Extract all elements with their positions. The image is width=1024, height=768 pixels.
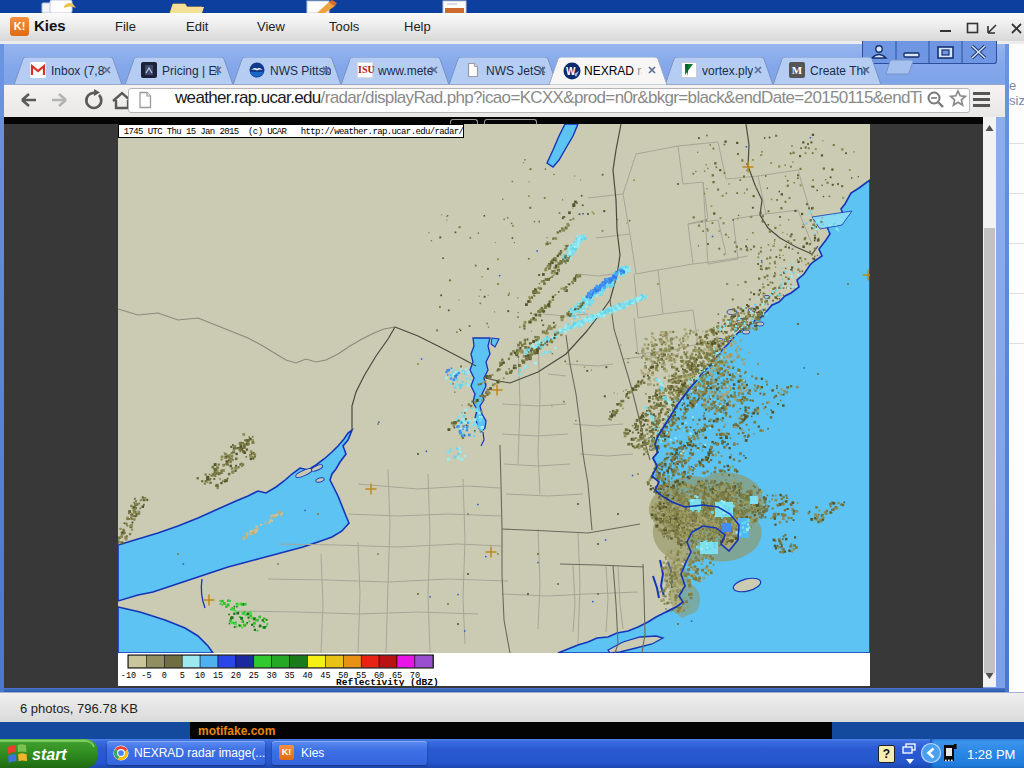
svg-text:W: W <box>566 66 576 77</box>
svg-text:start: start <box>32 746 67 763</box>
svg-text:25: 25 <box>249 671 259 681</box>
svg-text:Reflectivity (dBZ): Reflectivity (dBZ) <box>336 677 439 686</box>
svg-text:40: 40 <box>302 671 312 681</box>
svg-text:35: 35 <box>284 671 294 681</box>
svg-text:10: 10 <box>195 671 205 681</box>
svg-text:-5: -5 <box>141 671 151 681</box>
svg-text:20: 20 <box>231 671 241 681</box>
svg-text:-10: -10 <box>121 671 136 681</box>
svg-text:5: 5 <box>180 671 185 681</box>
svg-text:15: 15 <box>213 671 223 681</box>
svg-text:30: 30 <box>267 671 277 681</box>
svg-text:45: 45 <box>320 671 330 681</box>
svg-text:0: 0 <box>162 671 167 681</box>
